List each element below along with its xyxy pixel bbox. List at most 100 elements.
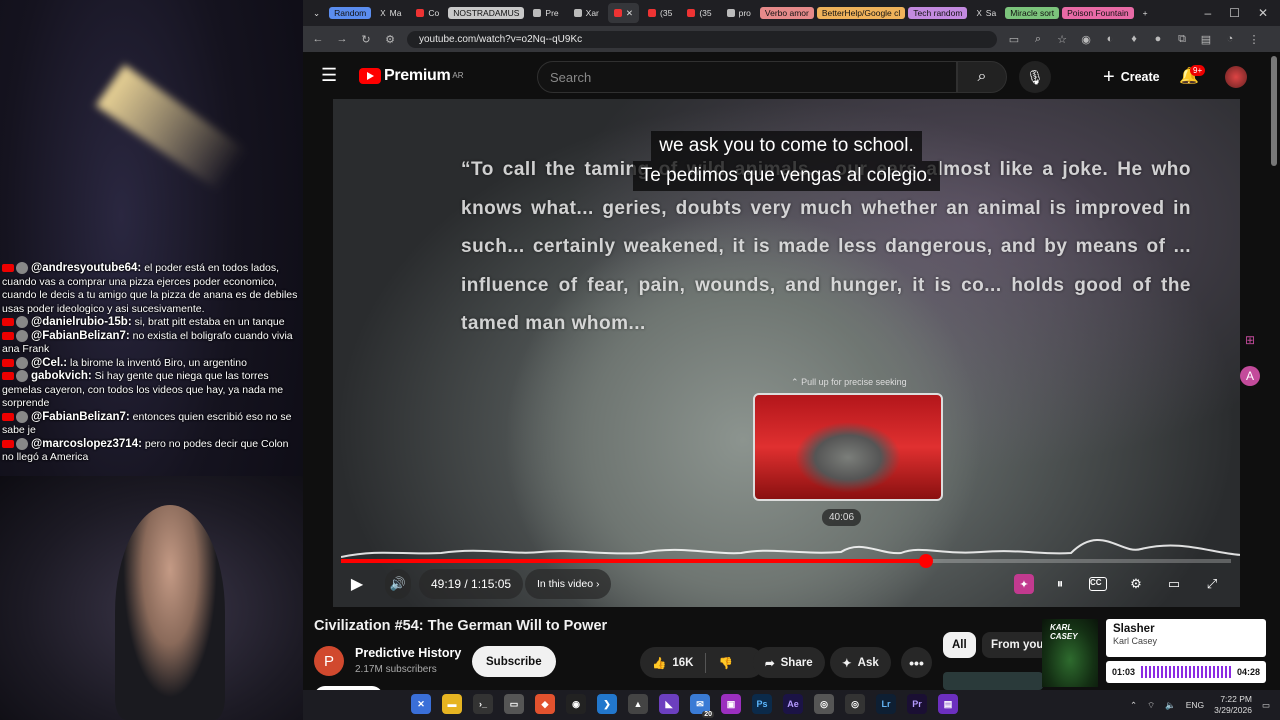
page-scrollbar[interactable]: [1271, 56, 1277, 166]
ai-translate-icon[interactable]: ✦: [1014, 574, 1034, 594]
tab-active[interactable]: ✕: [607, 3, 640, 23]
browser-tab[interactable]: pro: [721, 3, 757, 23]
app-icon[interactable]: ▲: [628, 694, 648, 714]
tab-group-chip[interactable]: Random: [329, 7, 372, 19]
new-tab-button[interactable]: +: [1137, 3, 1154, 23]
app-icon[interactable]: ▣: [721, 694, 741, 714]
tab-group-chip[interactable]: Verbo amor: [759, 7, 814, 19]
visual-studio-icon[interactable]: ◣: [659, 694, 679, 714]
sidebar-icon[interactable]: ▤: [1199, 33, 1213, 46]
app-icon[interactable]: ▭: [504, 694, 524, 714]
browser-tab[interactable]: Xar: [568, 3, 605, 23]
more-actions-icon[interactable]: •••: [901, 647, 932, 678]
youtube-source-icon: [2, 358, 14, 367]
grid-icon[interactable]: ⊞: [1240, 330, 1260, 350]
theater-mode-icon[interactable]: ▭: [1162, 572, 1186, 596]
browser-tab[interactable]: (35: [681, 3, 717, 23]
extension-icon[interactable]: ●: [1151, 33, 1165, 45]
extensions-puzzle-icon[interactable]: ⧉: [1175, 33, 1189, 46]
extension-icon[interactable]: ♦: [1127, 33, 1141, 45]
browser-tab[interactable]: X Sa: [970, 3, 1002, 23]
bookmark-star-icon[interactable]: ☆: [1055, 33, 1069, 46]
search-icon[interactable]: ⌕: [957, 61, 1007, 93]
youtube-logo[interactable]: Premium AR: [359, 67, 464, 85]
volume-icon[interactable]: 🔊: [385, 569, 411, 599]
after-effects-icon[interactable]: Ae: [783, 694, 803, 714]
mail-icon[interactable]: ✉ 20: [690, 694, 714, 718]
close-tab-icon[interactable]: ✕: [626, 8, 633, 19]
extension-icon[interactable]: ◉: [1079, 33, 1093, 46]
close-window-icon[interactable]: ✕: [1258, 6, 1268, 20]
video-player[interactable]: “To call the taming of wild animals... o…: [333, 99, 1240, 607]
share-button[interactable]: ➦ Share: [753, 647, 825, 678]
clock[interactable]: 7:22 PM 3/29/2026: [1214, 694, 1252, 716]
hamburger-menu-icon[interactable]: ☰: [321, 65, 343, 86]
captions-button[interactable]: CC: [1086, 572, 1110, 596]
windows-taskbar: ✕ ▬ ›_ ▭ ◆ ◉ ❯ ▲ ◣ ✉ 20 ▣ Ps Ae ◎ ◎ Lr Pr…: [303, 690, 1280, 720]
file-explorer-icon[interactable]: ▬: [442, 694, 462, 714]
recommended-thumbnail[interactable]: [943, 672, 1043, 690]
progress-scrubber-handle[interactable]: [918, 554, 933, 568]
profile-icon[interactable]: ◔: [1223, 33, 1237, 45]
reload-icon[interactable]: ↻: [359, 33, 373, 46]
play-icon[interactable]: ▶: [347, 569, 367, 599]
microphone-icon[interactable]: 🎙: [1019, 61, 1051, 93]
chrome-icon[interactable]: ◎: [814, 694, 834, 714]
fullscreen-icon[interactable]: ⤢: [1200, 572, 1224, 596]
chrome-icon[interactable]: ◎: [845, 694, 865, 714]
audio-waveform: [1141, 666, 1231, 678]
browser-tab[interactable]: X Ma: [374, 3, 407, 23]
terminal-icon[interactable]: ›_: [473, 694, 493, 714]
tab-label: (35: [699, 8, 712, 18]
browser-tab[interactable]: Co: [410, 3, 445, 23]
notifications-icon[interactable]: ▭: [1262, 700, 1270, 711]
speaker-icon[interactable]: 🔈: [1165, 700, 1176, 711]
progress-bar[interactable]: [341, 554, 1231, 568]
minimize-icon[interactable]: –: [1204, 6, 1211, 20]
menu-kebab-icon[interactable]: ⋮: [1247, 33, 1261, 46]
create-button[interactable]: + Create: [1093, 63, 1170, 91]
browser-tab[interactable]: Pre: [527, 3, 564, 23]
cast-icon[interactable]: ▭: [1007, 33, 1021, 46]
pause-toggle-icon[interactable]: ⏸: [1048, 572, 1072, 596]
channel-avatar[interactable]: P: [314, 646, 344, 676]
network-icon[interactable]: ⌔: [1147, 700, 1155, 711]
premiere-icon[interactable]: Pr: [907, 694, 927, 714]
like-button[interactable]: 👍 16K: [640, 647, 705, 678]
track-elapsed: 01:03: [1112, 667, 1136, 677]
site-info-icon[interactable]: ⚙: [383, 33, 397, 46]
tab-group-chip[interactable]: BetterHelp/Google cl: [816, 7, 906, 19]
url-field[interactable]: youtube.com/watch?v=o2Nq--qU9Kc: [407, 30, 997, 48]
vscode-icon[interactable]: ❯: [597, 694, 617, 714]
tab-label: Xar: [585, 8, 599, 18]
filter-chip-all[interactable]: All: [943, 632, 976, 658]
ask-button[interactable]: ✦ Ask: [830, 647, 891, 678]
tab-group-chip[interactable]: Tech random: [908, 7, 968, 19]
tab-search-button[interactable]: ⌄: [307, 3, 326, 23]
lightroom-icon[interactable]: Lr: [876, 694, 896, 714]
tab-group-chip[interactable]: Miracle sort: [1005, 7, 1060, 19]
language-indicator[interactable]: ENG: [1186, 700, 1204, 710]
tab-group-chip[interactable]: NOSTRADAMUS: [448, 7, 525, 19]
app-icon[interactable]: ▤: [938, 694, 958, 714]
app-icon[interactable]: ✕: [411, 694, 431, 714]
account-avatar[interactable]: [1225, 66, 1247, 88]
subscribe-button[interactable]: Subscribe: [472, 646, 556, 677]
settings-gear-icon[interactable]: ⚙: [1124, 572, 1148, 596]
back-icon[interactable]: ←: [311, 33, 325, 45]
tab-group-chip[interactable]: Poison Fountain: [1062, 7, 1134, 19]
forward-icon[interactable]: →: [335, 33, 349, 45]
maximize-icon[interactable]: ☐: [1229, 6, 1240, 20]
brave-icon[interactable]: ◆: [535, 694, 555, 714]
dislike-button[interactable]: 👎: [706, 647, 744, 678]
extension-icon[interactable]: ◐: [1103, 33, 1117, 45]
channel-name[interactable]: Predictive History: [355, 646, 461, 660]
translate-icon[interactable]: A: [1240, 366, 1260, 386]
browser-tab[interactable]: (35: [642, 3, 678, 23]
tray-chevron-icon[interactable]: ⌃: [1130, 700, 1137, 711]
zoom-icon[interactable]: ⌕: [1031, 33, 1045, 46]
obs-icon[interactable]: ◉: [566, 694, 586, 714]
chapters-button[interactable]: In this video ›: [525, 569, 612, 599]
photoshop-icon[interactable]: Ps: [752, 694, 772, 714]
search-input[interactable]: Search: [537, 61, 957, 93]
